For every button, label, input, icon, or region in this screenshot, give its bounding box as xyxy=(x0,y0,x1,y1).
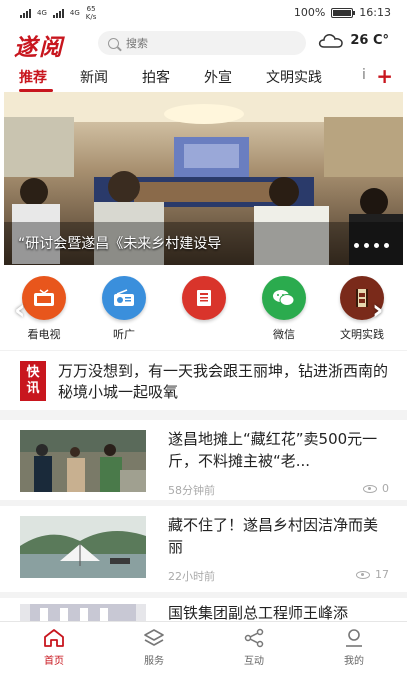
service-icon xyxy=(144,629,164,646)
bottom-nav: 首页 服务 互动 我的 xyxy=(0,621,407,673)
network-type-1: 4G xyxy=(37,9,47,17)
news-time: 58分钟前 xyxy=(168,484,215,497)
divider xyxy=(0,410,407,420)
quick-next-arrow[interactable]: › xyxy=(372,295,390,325)
nav-interact[interactable]: 互动 xyxy=(224,628,284,667)
battery-percent: 100% xyxy=(293,6,326,19)
news-item[interactable]: 国铁集团副总工程师王峰添 xyxy=(0,598,407,621)
eye-icon xyxy=(356,570,370,579)
banner-caption: “研讨会暨遂昌《未来乡村建设导 xyxy=(18,236,222,252)
flash-news[interactable]: 快 讯 万万没想到，有一天我会跟王丽坤，钻进浙西南的秘境小城一起吸氧 xyxy=(0,350,407,410)
quick-radio[interactable]: 听广 xyxy=(94,276,154,342)
nav-mine[interactable]: 我的 xyxy=(324,628,384,667)
news-thumbnail xyxy=(20,604,146,621)
add-channel-button[interactable]: + xyxy=(376,64,393,88)
news-thumbnail xyxy=(20,516,146,578)
network-type-2: 4G xyxy=(69,9,80,17)
network-speed: 65 K/s xyxy=(85,5,97,21)
category-tabs: 推荐 新闻 拍客 外宣 文明实践 i + xyxy=(0,62,407,92)
news-thumbnail xyxy=(20,430,146,492)
quick-radio-label: 听广 xyxy=(113,328,135,341)
tab-reporter[interactable]: 拍客 xyxy=(142,67,170,87)
news-views: 17 xyxy=(356,568,389,581)
news-views: 0 xyxy=(363,482,389,495)
app-header: 遂阅 26 C° xyxy=(0,26,407,62)
signal-icon-2 xyxy=(52,8,64,18)
app-logo: 遂阅 xyxy=(14,34,64,61)
cloud-icon xyxy=(319,34,344,48)
tab-civilization[interactable]: 文明实践 xyxy=(266,67,322,87)
temperature: 26 C° xyxy=(350,32,389,48)
quick-newspaper[interactable] xyxy=(174,276,234,326)
quick-entry-row: 看电视 听广 微信 文明实践 xyxy=(0,270,407,345)
quick-prev-arrow[interactable]: ‹ xyxy=(14,295,32,325)
news-title: 国铁集团副总工程师王峰添 xyxy=(168,604,349,621)
flash-headline: 万万没想到，有一天我会跟王丽坤，钻进浙西南的秘境小城一起吸氧 xyxy=(58,362,389,401)
search-input[interactable] xyxy=(126,36,276,50)
quick-wechat-label: 微信 xyxy=(273,328,295,341)
eye-icon xyxy=(363,484,377,493)
tab-publicity[interactable]: 外宣 xyxy=(204,67,232,87)
flash-badge: 快 讯 xyxy=(20,361,46,401)
quick-wechat[interactable]: 微信 xyxy=(254,276,314,342)
user-icon xyxy=(346,629,362,647)
news-icon xyxy=(182,276,226,320)
signal-icon xyxy=(20,8,31,18)
battery-icon xyxy=(331,7,356,18)
carousel-dots xyxy=(354,243,389,248)
nav-service[interactable]: 服务 xyxy=(124,628,184,667)
news-title: 遂昌地摊上“藏红花”卖500元一斤，不料摊主被“老... xyxy=(168,430,378,470)
tab-news[interactable]: 新闻 xyxy=(80,67,108,87)
news-title: 藏不住了！遂昌乡村因洁净而美丽 xyxy=(168,516,379,556)
weather-widget[interactable]: 26 C° xyxy=(318,32,389,48)
quick-tv-label: 看电视 xyxy=(27,328,61,341)
quick-civilization-label: 文明实践 xyxy=(340,328,384,341)
search-bar[interactable] xyxy=(98,31,306,55)
status-bar: 4G 4G 65 K/s 100% 16:13 xyxy=(0,0,407,26)
news-time: 22小时前 xyxy=(168,570,215,583)
tab-recommend[interactable]: 推荐 xyxy=(19,67,47,87)
share-icon xyxy=(244,628,264,648)
tab-fade xyxy=(355,62,377,92)
news-item[interactable]: 藏不住了！遂昌乡村因洁净而美丽 22小时前 17 xyxy=(0,506,407,592)
news-item[interactable]: 遂昌地摊上“藏红花”卖500元一斤，不料摊主被“老... 58分钟前 0 xyxy=(0,420,407,500)
home-icon xyxy=(44,629,64,647)
banner-carousel[interactable]: “研讨会暨遂昌《未来乡村建设导 xyxy=(4,92,403,265)
clock: 16:13 xyxy=(359,6,391,19)
search-icon xyxy=(108,37,119,49)
wechat-icon xyxy=(262,276,306,320)
radio-icon xyxy=(102,276,146,320)
nav-home[interactable]: 首页 xyxy=(24,628,84,667)
